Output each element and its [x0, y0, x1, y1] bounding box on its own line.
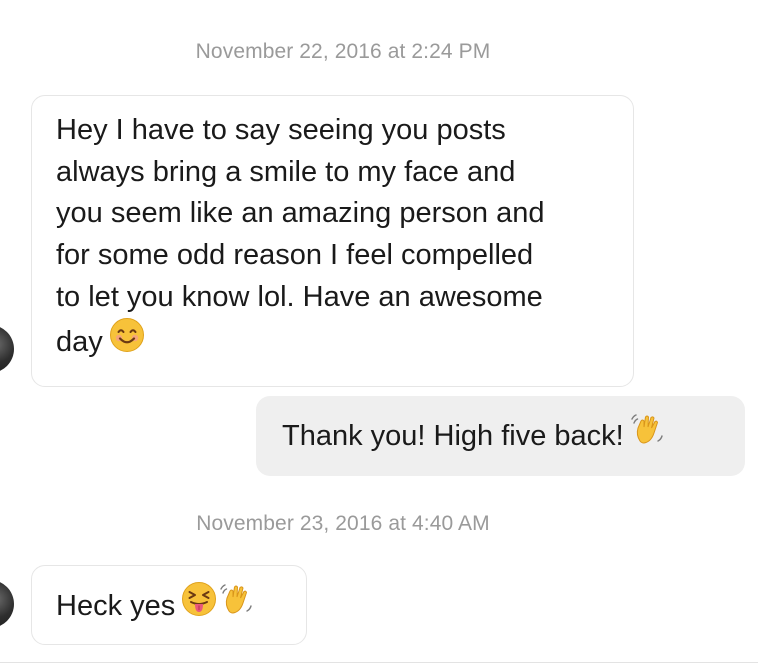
message-text-line-last: day	[56, 317, 611, 368]
message-text: Thank you! High five back!	[282, 420, 624, 453]
smiling-face-icon	[109, 317, 145, 366]
message-timestamp: November 23, 2016 at 4:40 AM	[196, 512, 490, 535]
message-text-line: Hey I have to say seeing you posts	[56, 114, 506, 146]
waving-hand-icon	[219, 581, 255, 630]
squinting-tongue-face-icon	[181, 581, 217, 630]
message-text: day	[56, 325, 103, 358]
incoming-message-bubble[interactable]: Hey I have to say seeing you posts alway…	[31, 95, 634, 387]
message-text-line: for some odd reason I feel compelled	[56, 239, 534, 272]
sender-avatar[interactable]	[0, 325, 14, 373]
message-text-line: to let you know lol. Have an awesome	[56, 280, 543, 313]
incoming-message-bubble[interactable]: Heck yes	[31, 565, 307, 645]
outgoing-message-bubble[interactable]: Thank you! High five back!	[256, 396, 745, 476]
waving-hand-icon	[630, 411, 666, 460]
message-text-line: always bring a smile to my face and	[56, 155, 516, 188]
message-text-line: you seem like an amazing person and	[56, 197, 545, 230]
bottom-divider	[0, 662, 758, 663]
sender-avatar[interactable]	[0, 580, 14, 628]
message-text: Heck yes	[56, 590, 176, 623]
message-timestamp: November 22, 2016 at 2:24 PM	[195, 40, 491, 63]
